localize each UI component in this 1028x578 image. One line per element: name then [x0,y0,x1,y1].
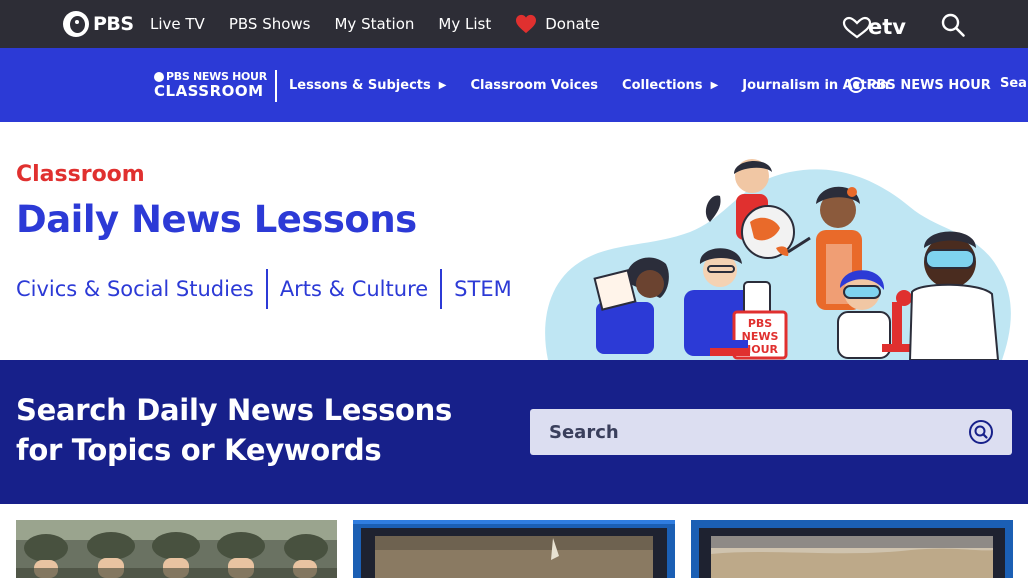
category-civics[interactable]: Civics & Social Studies [16,277,254,301]
pbs-head-icon [63,11,89,37]
category-divider [265,269,268,309]
station-logo[interactable]: etv [842,8,906,40]
heart-icon [516,14,537,34]
pbs-dot-icon [848,77,864,93]
subnav-classroom-voices[interactable]: Classroom Voices [470,78,598,93]
search-icon[interactable] [940,12,966,38]
pbs-newshour-logo-text: PBS NEWS HOUR [867,77,991,93]
subnav-lessons-subjects-label: Lessons & Subjects [289,77,431,93]
pbs-logo[interactable]: PBS [63,11,134,37]
search-input[interactable] [530,409,950,455]
section-eyebrow: Classroom [16,162,145,187]
document-exhibit-photo [353,520,675,578]
donate-label: Donate [545,15,600,33]
lesson-card-thumbnail[interactable] [353,520,675,578]
pbs-top-bar: PBS Live TV PBS Shows My Station My List… [0,0,1028,48]
desert-exhibit-photo [691,520,1013,578]
search-submit-icon[interactable] [968,419,994,445]
sign-line-1: PBS [748,317,772,330]
pbs-main-nav: Live TV PBS Shows My Station My List Don… [150,0,624,48]
nav-my-list[interactable]: My List [438,15,491,33]
category-stem[interactable]: STEM [454,277,512,301]
lesson-card-thumbnail[interactable] [16,520,337,578]
subnav-lessons-subjects[interactable]: Lessons & Subjects ▶ [289,78,446,93]
category-arts-culture[interactable]: Arts & Culture [280,277,428,301]
lesson-cards [0,520,1028,578]
search-box [530,409,1012,455]
page-title: Daily News Lessons [16,198,417,241]
category-links: Civics & Social Studies Arts & Culture S… [16,269,512,309]
nav-pbs-shows[interactable]: PBS Shows [229,15,311,33]
subnav-collections-label: Collections [622,77,703,93]
subnav-search[interactable]: Search [1000,76,1028,91]
nav-live-tv[interactable]: Live TV [150,15,205,33]
classroom-subnav: Lessons & Subjects ▶ Classroom Voices Co… [289,48,913,122]
station-wordmark: etv [868,15,906,39]
menu-arrow-icon: ▶ [438,79,447,91]
pbs-newshour-logo[interactable]: PBS NEWS HOUR [848,77,991,93]
pbs-wordmark: PBS [93,13,134,35]
donate-link[interactable]: Donate [515,14,600,34]
hero: Classroom Daily News Lessons Civics & So… [0,122,1028,360]
logo-line-2: CLASSROOM [154,82,264,100]
soldiers-photo [16,520,337,578]
menu-arrow-icon: ▶ [710,79,719,91]
nav-my-station[interactable]: My Station [334,15,414,33]
students-illustration: PBS NEWS HOUR [545,159,1011,360]
lesson-card-thumbnail[interactable] [691,520,1013,578]
classroom-nav-bar: PBS NEWS HOUR CLASSROOM Lessons & Subjec… [0,48,1028,122]
subnav-collections[interactable]: Collections ▶ [622,78,718,93]
newshour-classroom-logo[interactable]: PBS NEWS HOUR CLASSROOM [154,70,277,102]
pbs-dot-icon [154,71,164,82]
category-divider [440,269,443,309]
search-section: Search Daily News Lessons for Topics or … [0,360,1028,504]
search-heading: Search Daily News Lessons for Topics or … [16,393,452,467]
subnav-classroom-voices-label: Classroom Voices [470,77,599,93]
